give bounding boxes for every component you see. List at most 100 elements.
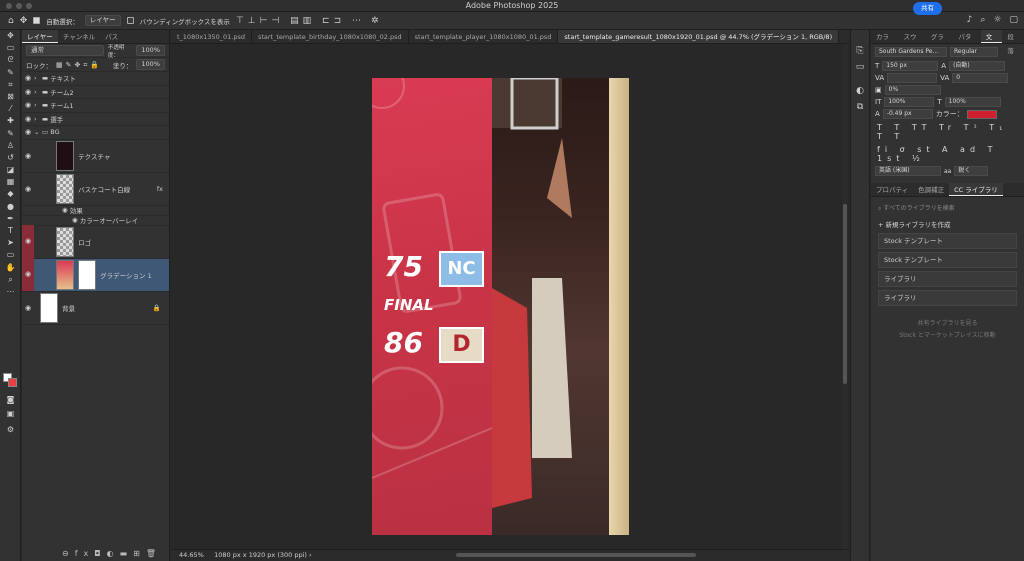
light-icon[interactable]: ☼ — [993, 15, 1001, 25]
doc-tab[interactable]: start_template_player_1080x1080_01.psd — [409, 30, 559, 43]
antialias-field[interactable]: 鋭く — [954, 166, 989, 176]
comment-icon[interactable]: ▭ — [851, 62, 869, 72]
library-item[interactable]: Stock テンプレート — [878, 252, 1017, 268]
layer-row-selected[interactable]: ◉ グラデーション 1 — [22, 258, 169, 292]
layer-row[interactable]: ◉ バスケコート白線 fx — [22, 173, 169, 206]
tab-layers[interactable]: レイヤー — [22, 30, 58, 43]
eye-icon[interactable]: ◉ — [22, 74, 34, 82]
lock-options-icons[interactable]: ▦✎✥⌗🔒 — [56, 60, 102, 70]
frame-tool-icon[interactable]: ⊠ — [0, 91, 21, 103]
home-icon[interactable]: ⌂ — [8, 16, 14, 26]
opentype-buttons[interactable]: fi σ st A ad T 1st ½ — [871, 144, 1024, 164]
tab-patterns[interactable]: パター — [953, 30, 980, 55]
tab-properties[interactable]: プロパティ — [871, 183, 913, 196]
path-select-tool-icon[interactable]: ➤ — [0, 237, 21, 249]
move-tool-icon[interactable]: ✥ — [20, 16, 28, 26]
crop-tool-icon[interactable]: ⌗ — [0, 79, 21, 91]
tab-paragraph[interactable]: 段落 — [1002, 30, 1024, 55]
more-tools-icon[interactable]: ⋯ — [0, 286, 21, 298]
eye-icon[interactable]: ◉ — [22, 258, 34, 291]
eye-icon[interactable]: ◉ — [22, 185, 34, 193]
font-size-field[interactable]: 150 px — [882, 61, 939, 71]
bell-icon[interactable]: ♪ — [967, 15, 973, 25]
fill-field[interactable]: 100% — [136, 59, 165, 70]
new-library-button[interactable]: + 新規ライブラリを作成 — [878, 219, 1017, 229]
screen-mode-icon[interactable]: ▣ — [0, 408, 21, 420]
eye-icon[interactable]: ◉ — [22, 225, 34, 258]
stock-marketplace-link[interactable]: Stock とマーケットプレイスに移動 — [871, 330, 1024, 339]
leading-field[interactable]: (自動) — [949, 61, 1006, 71]
eye-icon[interactable]: ◉ — [62, 206, 68, 214]
text-color-swatch[interactable] — [966, 109, 997, 119]
tsume-field[interactable]: 0% — [884, 85, 941, 95]
history-brush-tool-icon[interactable]: ↺ — [0, 152, 21, 164]
eye-icon[interactable]: ◉ — [22, 101, 34, 109]
history-icon[interactable]: ⎘ — [851, 46, 869, 56]
eye-icon[interactable]: ◉ — [72, 216, 78, 224]
tab-character[interactable]: 文字 — [980, 30, 1003, 55]
effect-row[interactable]: ◉ 効果 — [22, 206, 169, 216]
tracking-field[interactable]: 0 — [952, 73, 1009, 83]
vertical-scrollbar[interactable] — [842, 44, 848, 549]
doc-tab[interactable]: t_1080x1350_01.psd — [171, 30, 252, 43]
quick-mask-icon[interactable]: ◙ — [0, 394, 21, 406]
library-search[interactable]: ⌕ すべてのライブラリを検索 — [878, 203, 1017, 213]
eye-icon[interactable]: ◉ — [22, 128, 34, 136]
doc-tab[interactable]: start_template_birthday_1080x1080_02.psd — [252, 30, 409, 43]
layer-footer-icons[interactable]: ⊖fx◘◐▬⊞🗑 — [62, 549, 162, 558]
zoom-level[interactable]: 44.65% — [179, 551, 204, 559]
shape-tool-icon[interactable]: ▭ — [0, 249, 21, 261]
gradient-tool-icon[interactable]: ▦ — [0, 176, 21, 188]
opacity-field[interactable]: 100% — [136, 45, 165, 56]
settings-icon[interactable]: ✲ — [371, 16, 379, 26]
shared-libraries-link[interactable]: 共有ライブラリを見る — [871, 318, 1024, 327]
vscale-field[interactable]: 100% — [884, 97, 935, 107]
adjust-icon[interactable]: ◐ — [851, 86, 869, 96]
eye-icon[interactable]: ◉ — [22, 88, 34, 96]
layers-stack-icon[interactable]: ⧉ — [851, 102, 869, 112]
fx-icon[interactable]: fx — [157, 185, 163, 193]
search-icon[interactable]: ⌕ — [980, 15, 985, 25]
eyedropper-tool-icon[interactable]: ⁄ — [0, 103, 21, 115]
type-tool-icon[interactable]: T — [0, 225, 21, 237]
auto-select-checkbox[interactable] — [33, 17, 41, 24]
hscale-field[interactable]: 100% — [944, 97, 1001, 107]
layer-row[interactable]: ◉ › ▬ 選手 — [22, 113, 169, 126]
baseline-field[interactable]: -0.49 px — [882, 109, 933, 119]
align-icons[interactable]: ⊤⊥⊢⊣ ▤▥ ⊏⊐ ⋯ — [236, 16, 365, 26]
auto-select-dropdown[interactable]: レイヤー — [84, 15, 121, 26]
language-field[interactable]: 英語 (米国) — [875, 166, 941, 176]
move-tool-icon[interactable]: ✥ — [0, 30, 21, 42]
marquee-tool-icon[interactable]: ▭ — [0, 42, 21, 54]
brush-tool-icon[interactable]: ✎ — [0, 128, 21, 140]
healing-tool-icon[interactable]: ✚ — [0, 115, 21, 127]
blend-mode-dropdown[interactable]: 通常 — [26, 45, 104, 56]
tab-color[interactable]: カラー — [871, 30, 898, 55]
lasso-tool-icon[interactable]: ᘓ — [0, 54, 21, 66]
layer-row[interactable]: ◉ ロゴ — [22, 225, 169, 259]
layer-row[interactable]: ◉ 背景 🔒 — [22, 292, 169, 325]
pen-tool-icon[interactable]: ✒ — [0, 213, 21, 225]
horizontal-scrollbar[interactable] — [456, 553, 696, 557]
dodge-tool-icon[interactable]: ● — [0, 201, 21, 213]
bounding-box-checkbox[interactable] — [126, 17, 134, 24]
tab-gradients[interactable]: グラデ — [926, 30, 953, 55]
edit-toolbar-icon[interactable]: ⚙ — [0, 424, 21, 436]
layer-row[interactable]: ◉ › ▬ チーム1 — [22, 99, 169, 113]
tab-cc-libraries[interactable]: CC ライブラリ — [949, 183, 1003, 196]
layer-row[interactable]: ◉ › ▬ チーム2 — [22, 86, 169, 99]
tab-channels[interactable]: チャンネル — [58, 30, 100, 43]
tab-paths[interactable]: パス — [100, 30, 123, 43]
tab-swatches[interactable]: スウォ — [898, 30, 925, 55]
library-item[interactable]: Stock テンプレート — [878, 233, 1017, 249]
background-color[interactable] — [8, 378, 17, 387]
share-button[interactable]: 共有 — [913, 2, 942, 15]
hand-tool-icon[interactable]: ✋ — [0, 262, 21, 274]
kerning-field[interactable] — [887, 73, 938, 83]
eye-icon[interactable]: ◉ — [22, 304, 34, 312]
document-info[interactable]: 1080 px x 1920 px (300 ppi) — [214, 551, 307, 559]
font-style-field[interactable]: Regular — [950, 47, 998, 57]
library-item[interactable]: ライブラリ — [878, 271, 1017, 287]
canvas[interactable]: 75 NC FINAL 86 D — [372, 78, 629, 535]
eye-icon[interactable]: ◉ — [22, 115, 34, 123]
